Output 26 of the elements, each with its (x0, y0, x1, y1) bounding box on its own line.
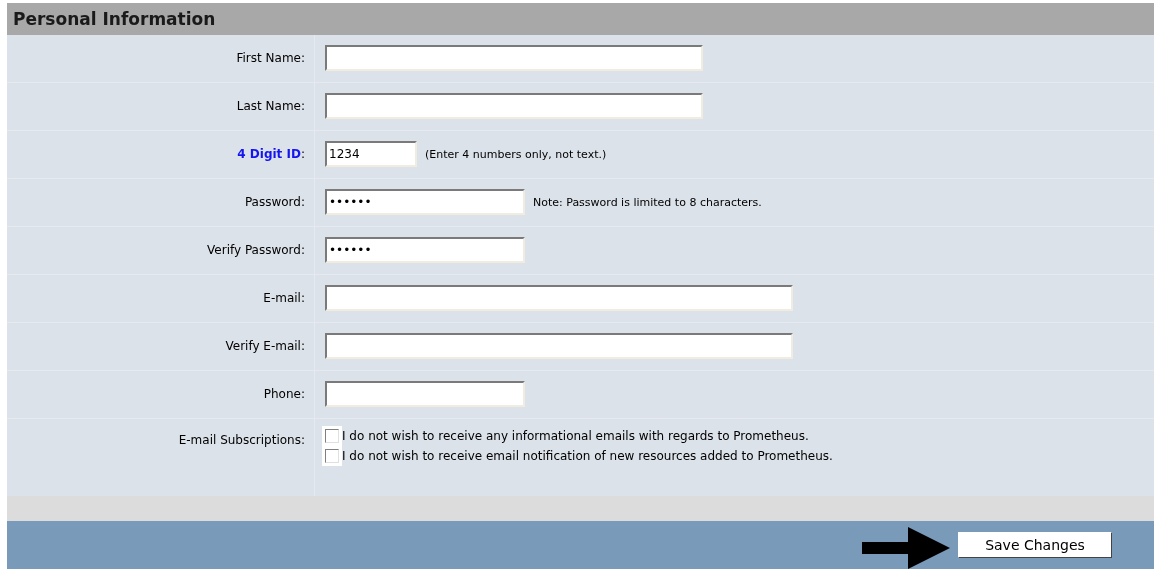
save-button[interactable]: Save Changes (958, 532, 1112, 558)
field-label: Verify Password: (207, 243, 305, 258)
checkbox[interactable] (325, 428, 339, 443)
input-field[interactable]: 1234 (325, 141, 417, 168)
input-field[interactable] (325, 285, 793, 312)
field-label: First Name: (236, 51, 305, 66)
checkbox-label: I do not wish to receive any informational emails with regards to Prometheus. (342, 428, 809, 443)
input-field[interactable] (325, 45, 703, 72)
field-label: E-mail: (263, 291, 305, 306)
input-field[interactable] (325, 381, 525, 408)
field-note: (Enter 4 numbers only, not text.) (425, 147, 607, 161)
field-label: 4 Digit ID: (237, 147, 305, 162)
field-note: Note: Password is limited to 8 characters. (533, 195, 762, 209)
field-label: Phone: (263, 387, 305, 402)
field-label: Verify E-mail: (225, 339, 305, 354)
field-label: Password: (244, 195, 305, 210)
input-field[interactable]: •••••• (325, 237, 525, 264)
section-title: Personal Information (13, 8, 216, 29)
field-label: E-mail Subscriptions: (178, 432, 305, 447)
checkbox[interactable] (325, 448, 339, 463)
input-field[interactable]: •••••• (325, 189, 525, 216)
input-field[interactable] (325, 93, 703, 120)
arrow-icon (862, 527, 950, 569)
input-field[interactable] (325, 333, 793, 360)
checkbox-label: I do not wish to receive email notification of new resources added to Prometheus. (342, 448, 833, 463)
field-label: Last Name: (236, 99, 305, 114)
